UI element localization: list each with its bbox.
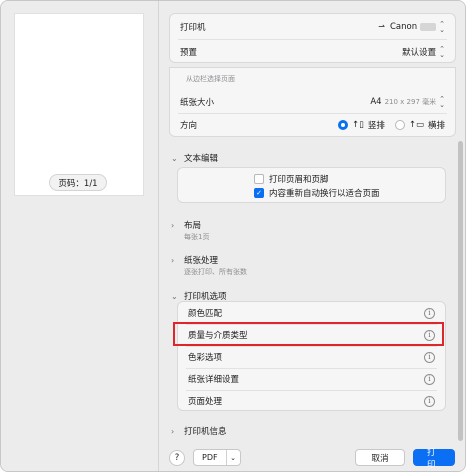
paper-size-row: 纸张大小 A4 210 x 297 毫米 ⌃ ⌄ [170,90,455,113]
orientation-landscape-option[interactable]: ↑▭ 横排 [394,119,445,131]
chevron-right-icon: › [171,255,175,265]
print-dialog: 页码：1/1 打印机 ⇀ Canon ⌃ ⌄ 预置 默认设置 ⌃ ⌄ 从边栏选择… [0,0,466,472]
sidebar-hint: 从边栏选择页面 [186,75,235,83]
info-icon[interactable]: i [424,373,435,385]
orientation-portrait-option[interactable]: ↑▯ 竖排 [338,119,385,131]
option-label: 纸张详细设置 [188,375,240,385]
landscape-label: 横排 [427,121,445,131]
highlight-box [173,322,444,346]
header-footer-label: 打印页眉和页脚 [269,175,329,185]
printer-label: 打印机 [180,22,206,33]
header-footer-checkbox[interactable] [254,174,264,184]
chevron-right-icon: › [171,220,175,230]
printer-row: 打印机 ⇀ Canon ⌃ ⌄ [170,14,455,39]
info-icon[interactable]: i [424,307,435,319]
chevron-down-icon: ⌄ [171,153,178,163]
section-printer-info[interactable]: › 打印机信息 [171,425,227,438]
option-row-paper-detail[interactable]: 纸张详细设置 i [178,368,445,390]
pdf-menu-button[interactable]: PDF ⌄ [193,449,241,466]
chevron-updown-icon: ⌃ ⌄ [439,19,445,34]
pdf-label: PDF [202,453,218,462]
bottom-bar: ? PDF ⌄ 取消 打印 [159,442,465,471]
section-paper-handling[interactable]: › 纸张处理 [171,254,219,267]
info-icon[interactable]: i [424,351,435,363]
orientation-row: 方向 ↑▯ 竖排 ↑▭ 横排 [170,113,455,137]
chevron-updown-icon: ⌃ ⌄ [439,44,445,59]
landscape-icon: ↑▭ [408,120,424,130]
chevron-down-icon: ⌄ [171,291,178,301]
paper-size-label: 纸张大小 [180,97,215,108]
printer-icon: ⇀ [378,22,385,31]
landscape-radio[interactable] [394,120,405,130]
help-button[interactable]: ? [169,449,185,466]
paper-handling-title: 纸张处理 [184,256,219,266]
paper-size-value: A4 [370,96,382,107]
text-edit-card: 打印页眉和页脚 ✓ 内容重新自动换行以适合页面 [177,167,446,203]
printer-value: Canon [390,21,418,32]
preset-value: 默认设置 [402,47,437,58]
option-label: 页面处理 [188,397,223,407]
option-row-color-options[interactable]: 色彩选项 i [178,346,445,368]
paper-handling-subtitle: 逐张打印、所有张数 [184,268,247,276]
rewrap-checkbox[interactable]: ✓ [254,188,264,198]
text-edit-title: 文本编辑 [184,154,219,164]
paper-size-select[interactable]: A4 210 x 297 毫米 ⌃ ⌄ [370,94,445,109]
preset-label: 预置 [180,47,198,58]
option-row-color-matching[interactable]: 颜色匹配 i [178,302,445,324]
paper-size-detail: 210 x 297 毫米 [384,97,437,106]
cancel-label: 取消 [371,453,389,464]
section-text-edit[interactable]: ⌄ 文本编辑 [171,152,219,165]
section-layout[interactable]: › 布局 [171,219,202,232]
portrait-label: 竖排 [367,121,385,131]
chevron-right-icon: › [171,426,175,436]
option-row-page-processing[interactable]: 页面处理 i [178,390,445,412]
help-label: ? [174,452,180,463]
page-indicator-label: 页码：1/1 [58,178,98,189]
option-label: 色彩选项 [188,353,223,363]
printer-select[interactable]: ⇀ Canon ⌃ ⌄ [378,19,445,34]
printer-preset-card: 打印机 ⇀ Canon ⌃ ⌄ 预置 默认设置 ⌃ ⌄ [169,13,456,63]
page-preview [14,13,144,196]
printer-model-redacted [420,22,437,31]
option-label: 颜色匹配 [188,309,223,319]
rewrap-option[interactable]: ✓ 内容重新自动换行以适合页面 [254,187,380,199]
printer-info-title: 打印机信息 [184,427,227,437]
preview-pane: 页码：1/1 [1,1,158,471]
chevron-updown-icon: ⌃ ⌄ [439,94,445,109]
scrollbar[interactable] [458,141,463,441]
orientation-label: 方向 [180,121,198,131]
preset-row: 预置 默认设置 ⌃ ⌄ [170,39,455,64]
rewrap-label: 内容重新自动换行以适合页面 [269,189,380,199]
settings-pane: 打印机 ⇀ Canon ⌃ ⌄ 预置 默认设置 ⌃ ⌄ 从边栏选择页面 纸张大小… [159,1,465,471]
portrait-radio[interactable] [338,120,348,130]
printer-options-card: 颜色匹配 i 质量与介质类型 i 色彩选项 i 纸张详细设置 i 页面处理 i [177,301,446,411]
preset-select[interactable]: 默认设置 ⌃ ⌄ [402,44,445,59]
chevron-down-icon[interactable]: ⌄ [225,450,240,465]
layout-subtitle: 每张1页 [184,233,210,241]
print-label: 打印 [427,447,436,470]
info-icon[interactable]: i [424,395,435,407]
header-footer-option[interactable]: 打印页眉和页脚 [254,173,329,185]
print-button[interactable]: 打印 [413,448,455,470]
layout-title: 布局 [184,221,202,231]
paper-card: 从边栏选择页面 纸张大小 A4 210 x 297 毫米 ⌃ ⌄ 方向 ↑▯ 竖排 [169,67,456,137]
cancel-button[interactable]: 取消 [355,449,405,466]
page-indicator[interactable]: 页码：1/1 [49,174,107,191]
portrait-icon: ↑▯ [352,120,364,130]
